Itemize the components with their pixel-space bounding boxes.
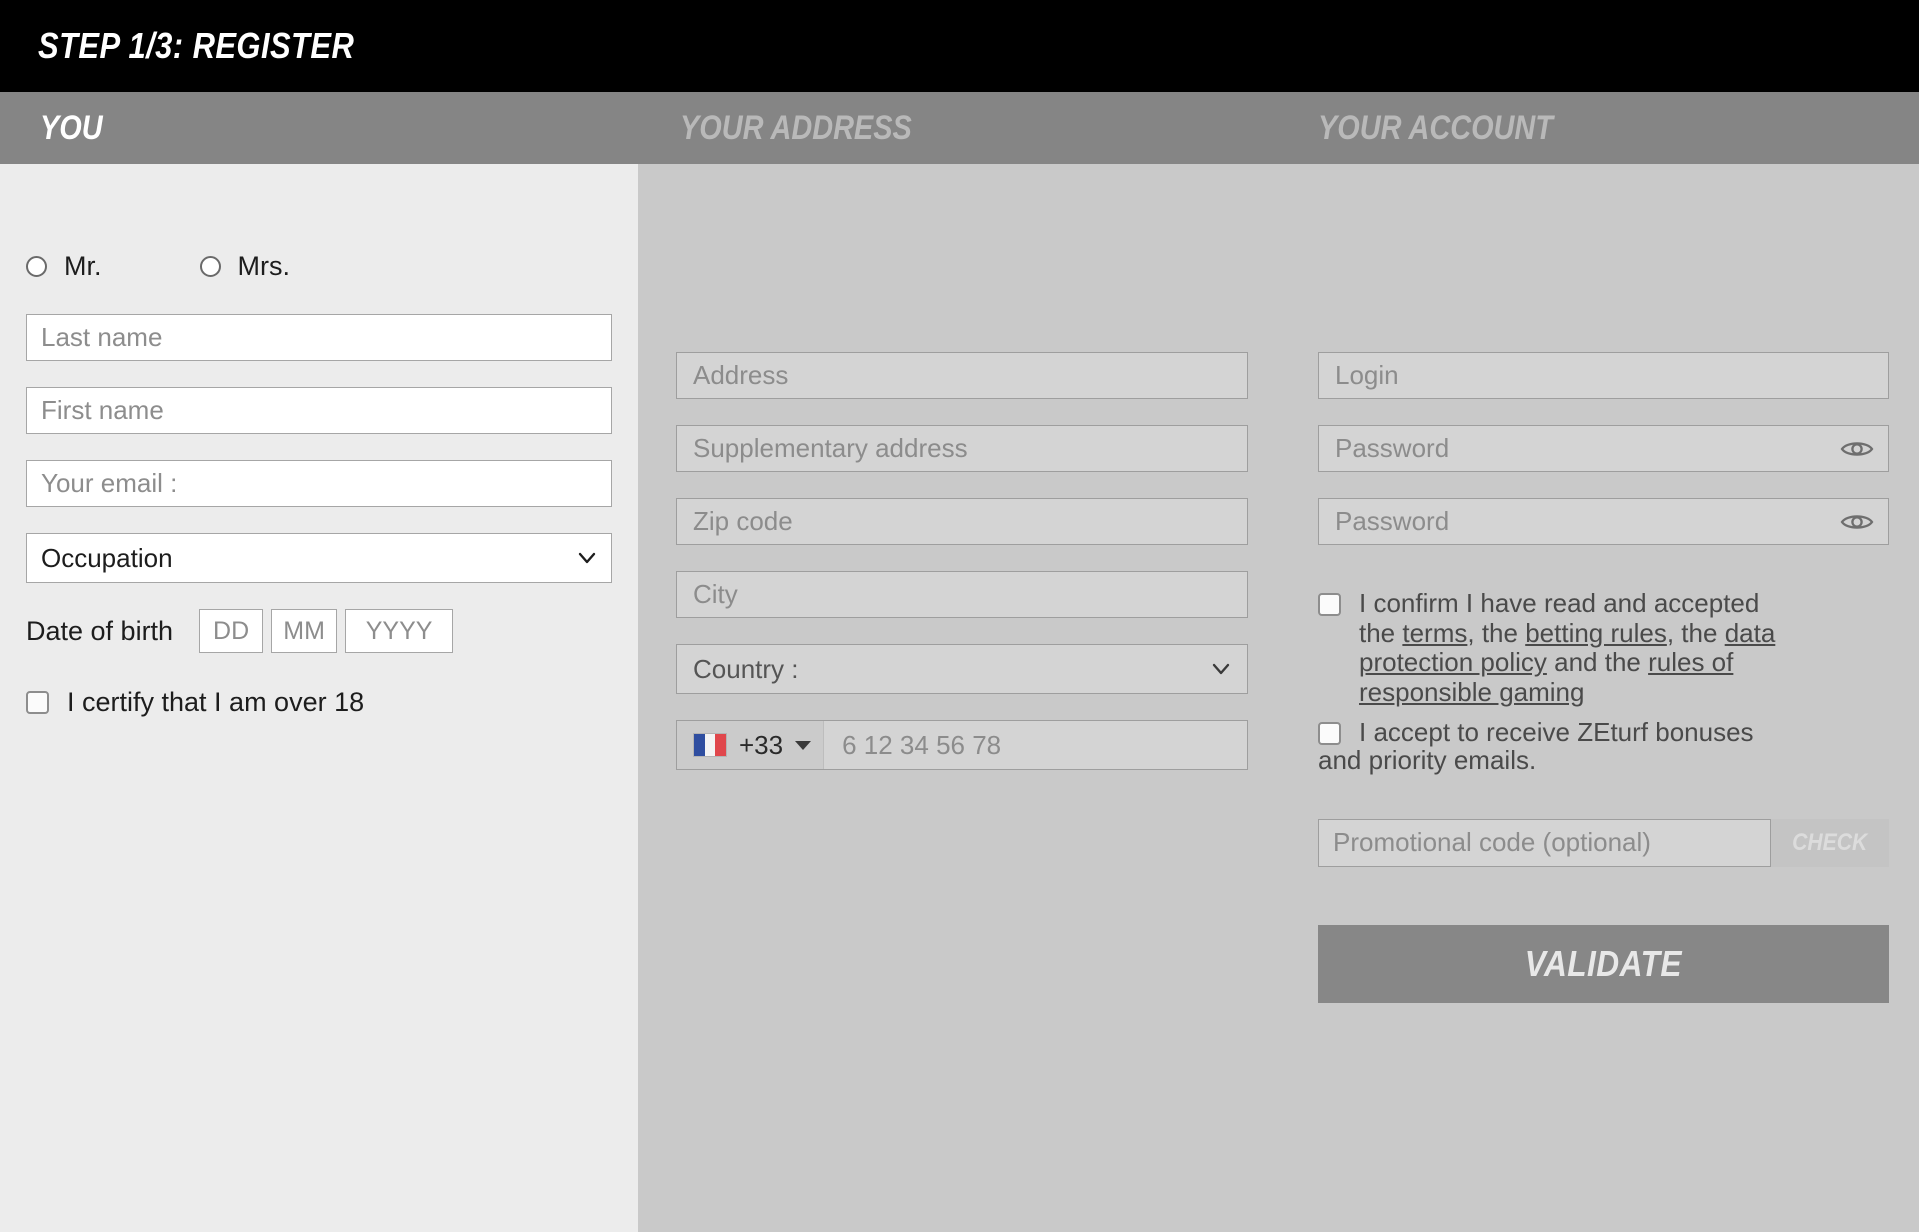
supplementary-address-placeholder: Supplementary address — [693, 433, 968, 463]
form-columns: Mr. Mrs. Last name First name Your email… — [0, 164, 1919, 1232]
over-18-checkbox-row[interactable]: I certify that I am over 18 — [26, 687, 612, 717]
first-name-placeholder: First name — [41, 395, 164, 425]
validate-button-label: VALIDATE — [1524, 942, 1683, 984]
gender-mrs-label: Mrs. — [237, 250, 290, 281]
country-value: Country : — [693, 653, 799, 684]
zip-code-placeholder: Zip code — [693, 506, 793, 536]
city-input[interactable]: City — [676, 571, 1248, 618]
over-18-checkbox[interactable] — [26, 691, 49, 714]
step-bar: STEP 1/3: REGISTER — [0, 0, 1919, 92]
column-your-address: Address Supplementary address Zip code C… — [638, 164, 1278, 1232]
radio-icon[interactable] — [199, 255, 221, 277]
terms-link[interactable]: terms — [1402, 618, 1467, 648]
optin-label-line1: I accept to receive ZEturf bonuses — [1359, 716, 1754, 747]
eye-icon[interactable] — [1840, 510, 1874, 534]
gender-mr-label: Mr. — [64, 250, 102, 281]
date-of-birth-label: Date of birth — [26, 615, 174, 646]
dob-year-input[interactable]: YYYY — [345, 609, 454, 653]
last-name-input[interactable]: Last name — [26, 314, 612, 361]
step-tabs: YOU YOUR ADDRESS YOUR ACCOUNT — [0, 92, 1919, 183]
email-placeholder: Your email : — [41, 468, 178, 498]
tab-your-account-label: YOUR ACCOUNT — [1318, 108, 1553, 147]
password-confirm-input[interactable]: Password — [1318, 498, 1889, 545]
date-of-birth-inputs: DD MM YYYY — [199, 609, 454, 653]
address-top-spacer — [676, 246, 1248, 352]
terms-part-4: and the — [1546, 647, 1649, 678]
over-18-label: I certify that I am over 18 — [67, 687, 365, 717]
dob-day-placeholder: DD — [213, 616, 250, 645]
dob-month-placeholder: MM — [283, 616, 325, 645]
login-placeholder: Login — [1335, 360, 1399, 390]
password-input[interactable]: Password — [1318, 425, 1889, 472]
terms-part-2: , the — [1467, 617, 1526, 648]
tab-you-label: YOU — [40, 108, 103, 147]
date-of-birth-row: Date of birth DD MM YYYY — [26, 609, 612, 653]
column-your-account: Login Password Password I confirm I have… — [1278, 164, 1919, 1232]
dob-year-placeholder: YYYY — [365, 616, 433, 645]
optin-label-line2: and priority emails. — [1318, 745, 1537, 776]
dob-month-input[interactable]: MM — [271, 609, 338, 653]
check-promo-button[interactable]: CHECK — [1771, 818, 1889, 867]
city-placeholder: City — [693, 579, 738, 609]
terms-text: I confirm I have read and accepted the t… — [1359, 588, 1779, 708]
phone-number-input[interactable]: +33 6 12 34 56 78 — [676, 720, 1248, 770]
terms-part-3: , the — [1666, 617, 1725, 648]
password-placeholder: Password — [1335, 433, 1450, 463]
betting-rules-link[interactable]: betting rules — [1525, 618, 1667, 648]
chevron-down-icon — [578, 552, 596, 564]
check-promo-label: CHECK — [1792, 828, 1868, 856]
column-you: Mr. Mrs. Last name First name Your email… — [0, 164, 638, 1232]
validate-button[interactable]: VALIDATE — [1318, 924, 1889, 1003]
france-flag-icon — [693, 733, 727, 757]
terms-checkbox[interactable] — [1318, 593, 1341, 616]
promotional-code-placeholder: Promotional code (optional) — [1333, 827, 1651, 858]
last-name-placeholder: Last name — [41, 322, 163, 352]
address-placeholder: Address — [693, 360, 789, 390]
phone-country-selector[interactable]: +33 — [677, 721, 825, 769]
tab-your-account[interactable]: YOUR ACCOUNT — [1278, 92, 1919, 164]
gender-option-mrs[interactable]: Mrs. — [199, 250, 290, 282]
tab-your-address-label: YOUR ADDRESS — [680, 108, 912, 147]
gender-option-mr[interactable]: Mr. — [26, 251, 102, 282]
address-input[interactable]: Address — [676, 352, 1248, 399]
chevron-down-icon — [1212, 663, 1230, 675]
account-top-spacer — [1318, 246, 1889, 352]
promotional-code-row: Promotional code (optional) CHECK — [1318, 818, 1889, 867]
occupation-select[interactable]: Occupation — [26, 533, 612, 583]
zip-code-input[interactable]: Zip code — [676, 498, 1248, 545]
occupation-value: Occupation — [41, 542, 173, 573]
gender-radio-group: Mr. Mrs. — [26, 246, 612, 286]
dob-day-input[interactable]: DD — [199, 609, 264, 653]
tab-your-address[interactable]: YOUR ADDRESS — [638, 92, 1278, 164]
radio-icon[interactable] — [26, 255, 47, 277]
optin-first-line[interactable]: I accept to receive ZEturf bonuses — [1318, 716, 1889, 747]
phone-placeholder: 6 12 34 56 78 — [842, 729, 1002, 760]
login-input[interactable]: Login — [1318, 352, 1889, 399]
optin-checkbox-row[interactable]: I accept to receive ZEturf bonuses and p… — [1318, 716, 1889, 776]
supplementary-address-input[interactable]: Supplementary address — [676, 425, 1248, 472]
country-select[interactable]: Country : — [676, 644, 1248, 694]
password-confirm-placeholder: Password — [1335, 506, 1450, 536]
page-title: STEP 1/3: REGISTER — [38, 25, 355, 66]
terms-checkbox-row[interactable]: I confirm I have read and accepted the t… — [1318, 588, 1889, 708]
tab-you[interactable]: YOU — [0, 92, 638, 183]
chevron-down-icon — [795, 740, 812, 750]
phone-country-code: +33 — [739, 729, 784, 760]
first-name-input[interactable]: First name — [26, 387, 612, 434]
promotional-code-input[interactable]: Promotional code (optional) — [1318, 818, 1771, 867]
eye-icon[interactable] — [1840, 437, 1874, 461]
registration-page: STEP 1/3: REGISTER YOU YOUR ADDRESS YOUR… — [0, 0, 1919, 1232]
email-input[interactable]: Your email : — [26, 460, 612, 507]
optin-checkbox[interactable] — [1318, 721, 1341, 745]
